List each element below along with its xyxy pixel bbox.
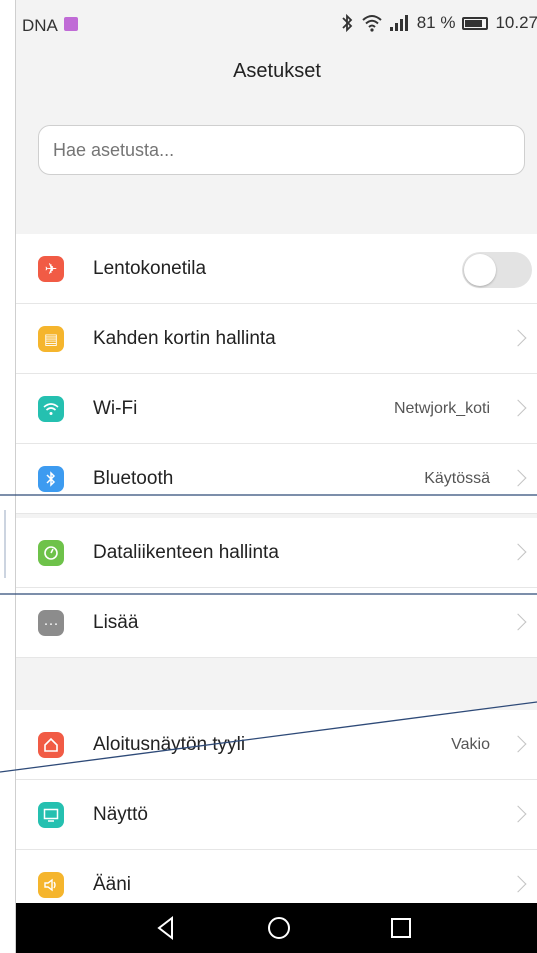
setting-label: Lisää	[93, 612, 139, 633]
recents-icon[interactable]	[386, 913, 416, 943]
battery-percent: 81 %	[416, 13, 456, 32]
setting-label: Bluetooth	[93, 468, 174, 489]
airplane-icon: ✈	[38, 256, 64, 282]
home-icon	[38, 732, 64, 758]
display-icon	[38, 802, 64, 828]
chevron-right-icon	[509, 543, 527, 561]
back-icon[interactable]	[152, 913, 182, 943]
setting-label: Kahden kortin hallinta	[93, 328, 276, 349]
setting-display[interactable]: Näyttö	[16, 780, 537, 850]
settings-screen: DNA 81 % 10.27 Asetukset Hae asetusta...…	[15, 0, 537, 953]
chevron-right-icon	[509, 875, 527, 893]
setting-label: Aloitusnäytön tyyli	[93, 734, 246, 755]
sim-card-icon: ▤	[38, 326, 64, 352]
gallery-notification-icon	[64, 17, 78, 31]
setting-more[interactable]: ··· Lisää	[16, 588, 537, 658]
setting-label: Wi-Fi	[93, 398, 138, 419]
more-icon: ···	[38, 610, 64, 636]
navigation-bar	[16, 903, 537, 953]
setting-dual-sim[interactable]: ▤ Kahden kortin hallinta	[16, 304, 537, 374]
setting-wifi[interactable]: Wi-Fi Netwjork_koti	[16, 374, 537, 444]
home-screen-style-value: Vakio	[451, 736, 490, 753]
data-usage-icon	[38, 540, 64, 566]
toggle-knob	[464, 254, 496, 286]
wifi-network-name: Netwjork_koti	[393, 400, 490, 417]
wifi-status-icon	[362, 15, 382, 32]
setting-label: Dataliikenteen hallinta	[93, 542, 279, 563]
setting-bluetooth[interactable]: Bluetooth Käytössä	[16, 444, 537, 514]
sound-icon	[38, 872, 64, 898]
battery-icon	[462, 16, 489, 30]
wifi-icon	[38, 396, 64, 422]
setting-airplane-mode[interactable]: ✈ Lentokonetila	[16, 234, 537, 304]
setting-label: Lentokonetila	[93, 258, 207, 279]
bluetooth-icon	[38, 466, 64, 492]
setting-label: Ääni	[93, 874, 132, 895]
bluetooth-status-icon	[342, 13, 352, 33]
carrier-name: DNA	[22, 16, 58, 35]
clock: 10.27	[495, 13, 537, 32]
setting-label: Näyttö	[93, 804, 148, 825]
chevron-right-icon	[509, 399, 527, 417]
search-input[interactable]	[38, 125, 525, 175]
setting-home-screen-style[interactable]: Aloitusnäytön tyyli Vakio	[16, 710, 537, 780]
home-button-icon[interactable]	[264, 913, 294, 943]
chevron-right-icon	[509, 805, 527, 823]
bluetooth-status: Käytössä	[424, 470, 490, 487]
airplane-mode-toggle[interactable]	[462, 252, 532, 288]
status-bar: DNA 81 % 10.27	[16, 0, 537, 52]
chevron-right-icon	[509, 735, 527, 753]
page-title: Asetukset	[233, 60, 321, 82]
signal-icon	[389, 15, 408, 31]
chevron-right-icon	[509, 329, 527, 347]
setting-data-usage[interactable]: Dataliikenteen hallinta	[16, 518, 537, 588]
chevron-right-icon	[509, 613, 527, 631]
chevron-right-icon	[509, 469, 527, 487]
